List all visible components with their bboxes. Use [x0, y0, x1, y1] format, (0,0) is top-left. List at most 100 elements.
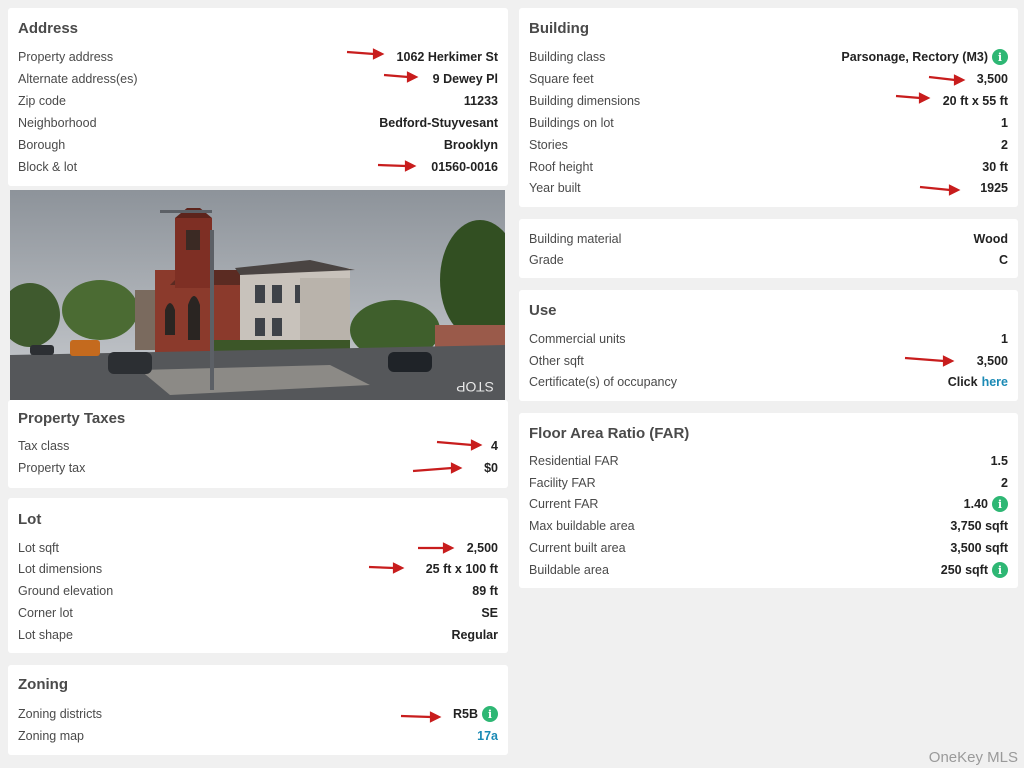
label: Corner lot [18, 606, 73, 620]
value: $0 [484, 461, 498, 475]
street-photo: STOP [10, 190, 505, 400]
row-grade: Grade C [529, 250, 1008, 270]
info-icon[interactable]: i [482, 706, 498, 722]
value: 1.5 [990, 454, 1008, 468]
label: Alternate address(es) [18, 72, 138, 86]
value: Bedford-Stuyvesant [379, 116, 498, 130]
value: 1.40 i [964, 496, 1008, 512]
row-corner-lot: Corner lot SE [18, 603, 498, 623]
property-taxes-title: Property Taxes [18, 410, 126, 427]
address-title: Address [18, 20, 79, 37]
label: Neighborhood [18, 116, 97, 130]
value: 11233 [463, 94, 498, 108]
far-title: Floor Area Ratio (FAR) [529, 425, 690, 442]
info-icon[interactable]: i [992, 49, 1008, 65]
label: Ground elevation [18, 584, 114, 598]
building-title: Building [529, 20, 589, 37]
current-far-value: 1.40 [963, 497, 988, 511]
svg-text:STOP: STOP [456, 379, 494, 395]
row-buildings-on-lot: Buildings on lot 1 [529, 113, 1008, 133]
label: Stories [529, 138, 568, 152]
row-ground-elevation: Ground elevation 89 ft [18, 581, 498, 601]
row-roof-height: Roof height 30 ft [529, 157, 1008, 177]
watermark: OneKey MLS [928, 749, 1018, 766]
here-link[interactable]: here [982, 375, 1008, 389]
label: Zoning districts [18, 707, 103, 721]
value: 1 [1001, 116, 1008, 130]
row-other-sqft: Other sqft 3,500 [529, 351, 1008, 371]
zoning-map-link[interactable]: 17a [477, 729, 498, 743]
value: 9 Dewey Pl [432, 72, 498, 86]
row-max-buildable-area: Max buildable area 3,750 sqft [529, 516, 1008, 536]
value: 1925 [980, 181, 1008, 195]
label: Zip code [18, 94, 66, 108]
value: Regular [451, 628, 498, 642]
label: Zoning map [18, 729, 85, 743]
building-material-card: Building material Wood Grade C [519, 219, 1018, 278]
zoning-title: Zoning [18, 676, 68, 693]
row-facility-far: Facility FAR 2 [529, 473, 1008, 493]
value: SE [481, 606, 498, 620]
label: Commercial units [529, 332, 626, 346]
value: 2 [1001, 476, 1008, 490]
label: Roof height [529, 160, 593, 174]
row-lot-shape: Lot shape Regular [18, 625, 498, 645]
label: Borough [18, 138, 66, 152]
label: Current built area [529, 541, 626, 555]
value: 250 sqft i [941, 562, 1008, 578]
row-tax-class: Tax class 4 [18, 436, 498, 456]
label: Buildings on lot [529, 116, 614, 130]
value: Parsonage, Rectory (M3) i [841, 49, 1008, 65]
label: Lot sqft [18, 541, 59, 555]
label: Building class [529, 50, 606, 64]
row-lot-dimensions: Lot dimensions 25 ft x 100 ft [18, 559, 498, 579]
street-photo-image: STOP [10, 190, 505, 400]
label: Grade [529, 253, 564, 267]
row-zoning-districts: Zoning districts R5B i [18, 704, 498, 724]
label: Lot shape [18, 628, 73, 642]
value: 2 [1001, 138, 1008, 152]
info-icon[interactable]: i [992, 562, 1008, 578]
lot-card: Lot Lot sqft 2,500 Lot dimensions 25 ft … [8, 498, 508, 653]
row-zip-code: Zip code 11233 [18, 91, 498, 111]
zoning-card: Zoning Zoning districts R5B i Zoning map… [8, 665, 508, 755]
far-card: Floor Area Ratio (FAR) Residential FAR 1… [519, 413, 1018, 588]
row-year-built: Year built 1925 [529, 178, 1008, 198]
row-borough: Borough Brooklyn [18, 135, 498, 155]
zoning-districts-value: R5B [452, 707, 478, 721]
row-alternate-address: Alternate address(es) 9 Dewey Pl [18, 69, 498, 89]
row-commercial-units: Commercial units 1 [529, 329, 1008, 349]
row-residential-far: Residential FAR 1.5 [529, 451, 1008, 471]
value: 1 [1001, 332, 1008, 346]
row-buildable-area: Buildable area 250 sqft i [529, 560, 1008, 580]
label: Max buildable area [529, 519, 635, 533]
row-property-address: Property address 1062 Herkimer St [18, 47, 498, 67]
label: Block & lot [18, 160, 78, 174]
row-square-feet: Square feet 3,500 [529, 69, 1008, 89]
label: Property address [18, 50, 114, 64]
label: Lot dimensions [18, 562, 103, 576]
value: C [998, 253, 1008, 267]
value: 30 ft [982, 160, 1008, 174]
label: Buildable area [529, 563, 609, 577]
row-lot-sqft: Lot sqft 2,500 [18, 538, 498, 558]
value: 89 ft [472, 584, 498, 598]
buildable-area-value: 250 sqft [940, 563, 988, 577]
value: 1062 Herkimer St [396, 50, 498, 64]
value: 3,500 [976, 72, 1008, 86]
label: Property tax [18, 461, 86, 475]
value: Wood [973, 232, 1008, 246]
label: Square feet [529, 72, 594, 86]
label: Year built [529, 181, 581, 195]
info-icon[interactable]: i [992, 496, 1008, 512]
row-building-dimensions: Building dimensions 20 ft x 55 ft [529, 91, 1008, 111]
use-title: Use [529, 302, 557, 319]
value: 3,500 [976, 354, 1008, 368]
value: 3,750 sqft [950, 519, 1008, 533]
value: 20 ft x 55 ft [942, 94, 1008, 108]
value: 4 [491, 439, 498, 453]
lot-title: Lot [18, 511, 42, 528]
address-card: Address Property address 1062 Herkimer S… [8, 8, 508, 186]
label: Facility FAR [529, 476, 596, 490]
value: Brooklyn [443, 138, 498, 152]
